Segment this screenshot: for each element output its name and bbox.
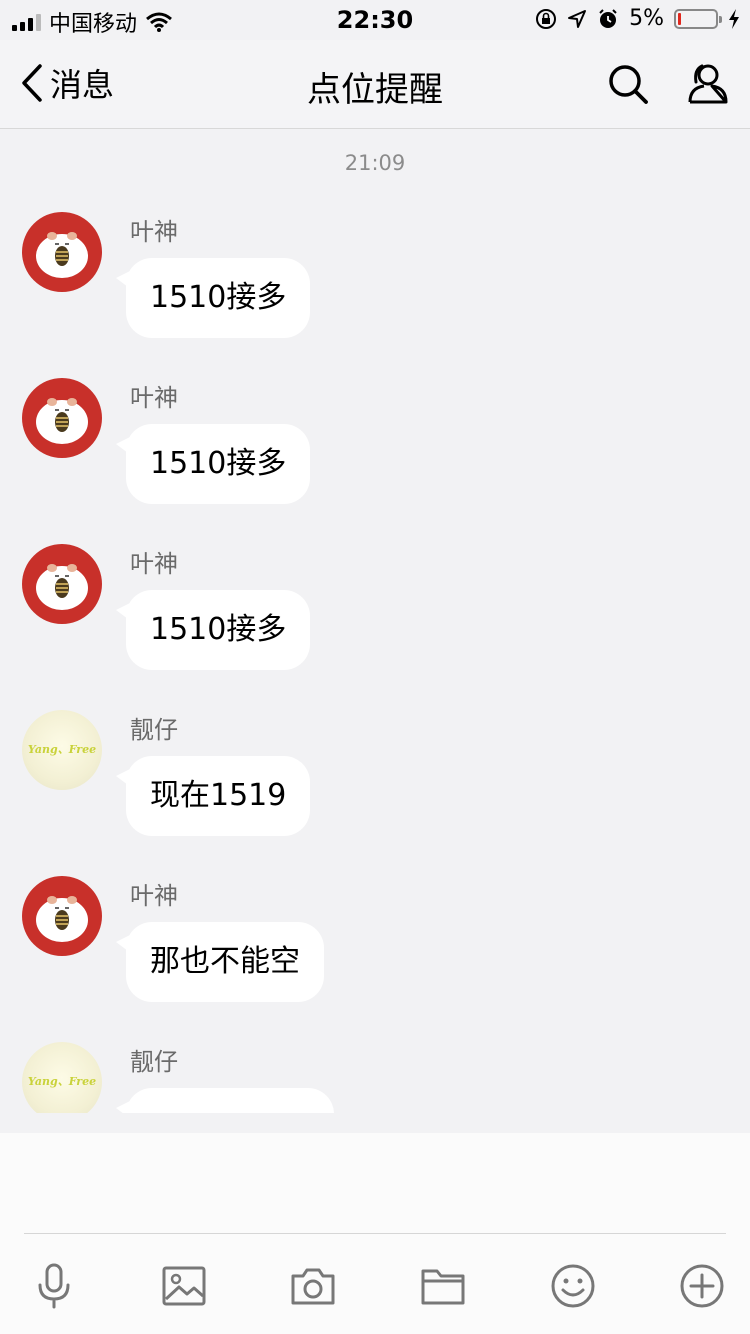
sender-name: 叶神 — [130, 384, 178, 412]
orientation-lock-icon — [536, 8, 557, 29]
message-bubble[interactable] — [116, 1088, 334, 1113]
message-input-area — [0, 1133, 750, 1334]
message-bubble[interactable]: 1510接多 — [115, 258, 311, 338]
battery-percent: 5% — [629, 6, 664, 31]
svg-text:Yang、Free: Yang、Free — [28, 743, 96, 756]
message-bubble[interactable]: 1510接多 — [115, 424, 311, 504]
message-bubble[interactable]: 现在1519 — [115, 756, 311, 836]
hamster-avatar[interactable] — [22, 876, 102, 956]
input-divider — [24, 1233, 726, 1234]
battery-icon — [674, 8, 722, 29]
status-right-group: 5% — [535, 6, 740, 31]
message-bubble[interactable]: 1510接多 — [115, 590, 311, 670]
sender-name: 叶神 — [130, 550, 178, 578]
message-timestamp: 21:09 — [344, 151, 406, 175]
message-bubble[interactable]: 那也不能空 — [116, 922, 324, 1002]
emoji-icon[interactable] — [548, 1261, 598, 1311]
location-icon — [568, 9, 587, 28]
input-toolbar — [0, 1261, 750, 1311]
chat-messages[interactable]: 21:09 叶神 1510接多 叶神 1510接多 叶神 1510接多 Yang… — [0, 129, 750, 1113]
group-members-icon[interactable] — [682, 60, 730, 108]
hamster-avatar[interactable] — [22, 544, 102, 624]
search-icon[interactable] — [604, 60, 652, 108]
svg-text:Yang、Free: Yang、Free — [28, 1075, 96, 1088]
yang-free-avatar[interactable]: Yang、Free — [22, 710, 102, 790]
status-bar: 中国移动 22:30 5% — [0, 0, 750, 40]
sender-name: 叶神 — [130, 218, 178, 246]
folder-icon[interactable] — [418, 1261, 468, 1311]
hamster-avatar[interactable] — [22, 378, 102, 458]
navigation-bar: 消息 点位提醒 — [0, 40, 750, 129]
alarm-icon — [599, 8, 617, 28]
image-icon[interactable] — [159, 1261, 209, 1311]
hamster-avatar[interactable] — [22, 212, 102, 292]
charging-icon — [729, 8, 739, 29]
sender-name: 靓仔 — [130, 716, 178, 744]
microphone-icon[interactable] — [29, 1261, 79, 1311]
sender-name: 叶神 — [130, 882, 178, 910]
plus-icon[interactable] — [677, 1261, 727, 1311]
camera-icon[interactable] — [288, 1261, 338, 1311]
sender-name: 靓仔 — [130, 1048, 178, 1076]
message-input[interactable] — [24, 1133, 726, 1233]
yang-free-avatar[interactable]: Yang、Free — [22, 1042, 102, 1113]
